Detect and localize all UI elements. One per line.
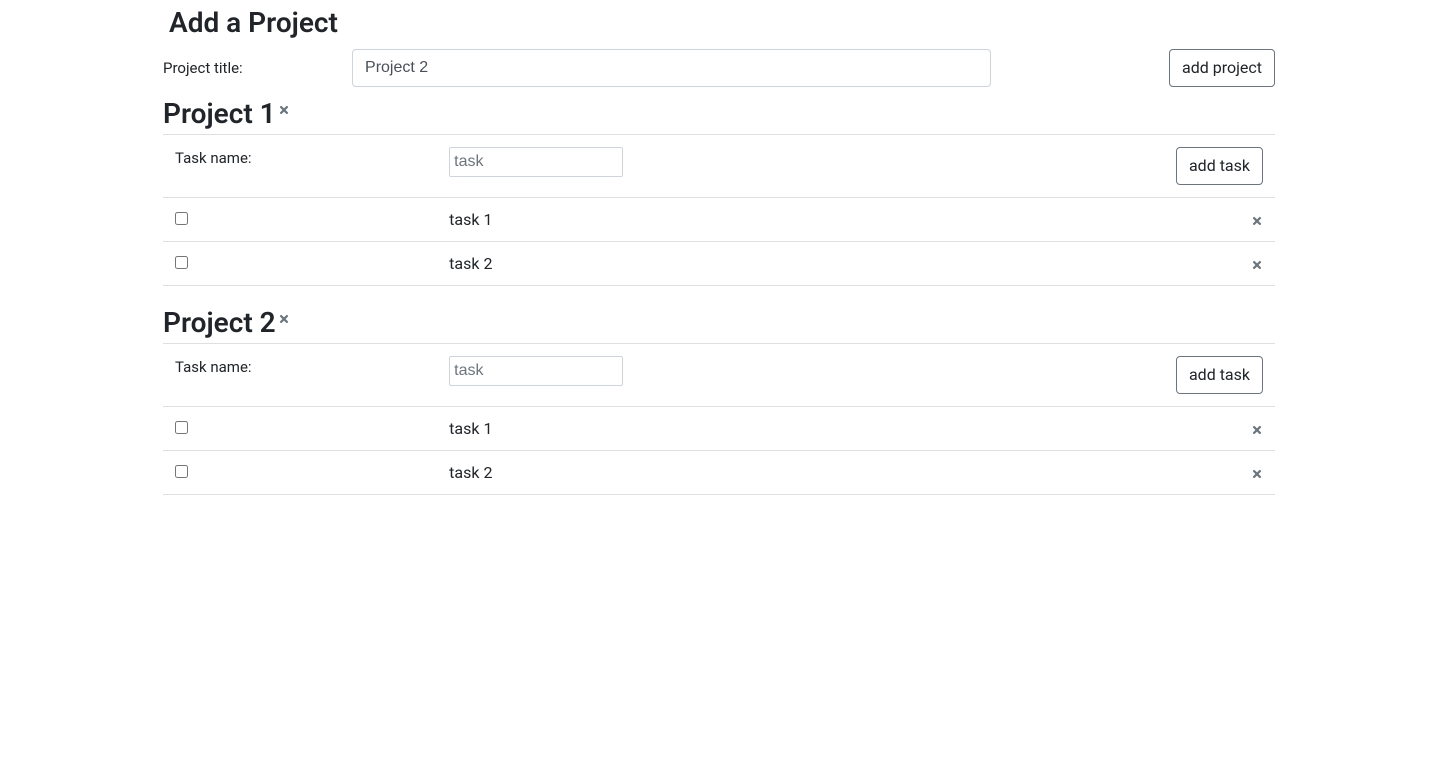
project-heading: Project 1 [163,97,1275,130]
task-row: task 2 [163,450,1275,495]
task-name-label: Task name: [175,356,449,376]
task-checkbox[interactable] [175,256,188,269]
task-row: task 1 [163,406,1275,450]
page-title: Add a Project [163,6,1275,39]
task-name: task 2 [449,463,1233,482]
add-project-form: Project title: add project [163,49,1275,87]
delete-project-icon[interactable] [278,308,290,327]
delete-task-icon[interactable] [1233,210,1263,229]
project-name: Project 2 [163,306,276,339]
task-row: task 1 [163,197,1275,241]
task-checkbox[interactable] [175,212,188,225]
project-name: Project 1 [163,97,276,130]
task-row: task 2 [163,241,1275,286]
task-name: task 1 [449,210,1233,229]
task-name-input[interactable] [449,356,623,386]
task-name: task 1 [449,419,1233,438]
delete-task-icon[interactable] [1233,419,1263,438]
delete-task-icon[interactable] [1233,254,1263,273]
delete-project-icon[interactable] [278,99,290,118]
project-title-input[interactable] [352,49,991,87]
add-task-button[interactable]: add task [1176,356,1263,394]
add-task-row: Task name: add task [163,134,1275,197]
add-project-button[interactable]: add project [1169,49,1275,87]
task-checkbox[interactable] [175,465,188,478]
project-heading: Project 2 [163,306,1275,339]
task-checkbox[interactable] [175,421,188,434]
project-title-label: Project title: [163,59,352,77]
add-task-row: Task name: add task [163,343,1275,406]
task-name-label: Task name: [175,147,449,167]
add-task-button[interactable]: add task [1176,147,1263,185]
task-name-input[interactable] [449,147,623,177]
delete-task-icon[interactable] [1233,463,1263,482]
task-name: task 2 [449,254,1233,273]
